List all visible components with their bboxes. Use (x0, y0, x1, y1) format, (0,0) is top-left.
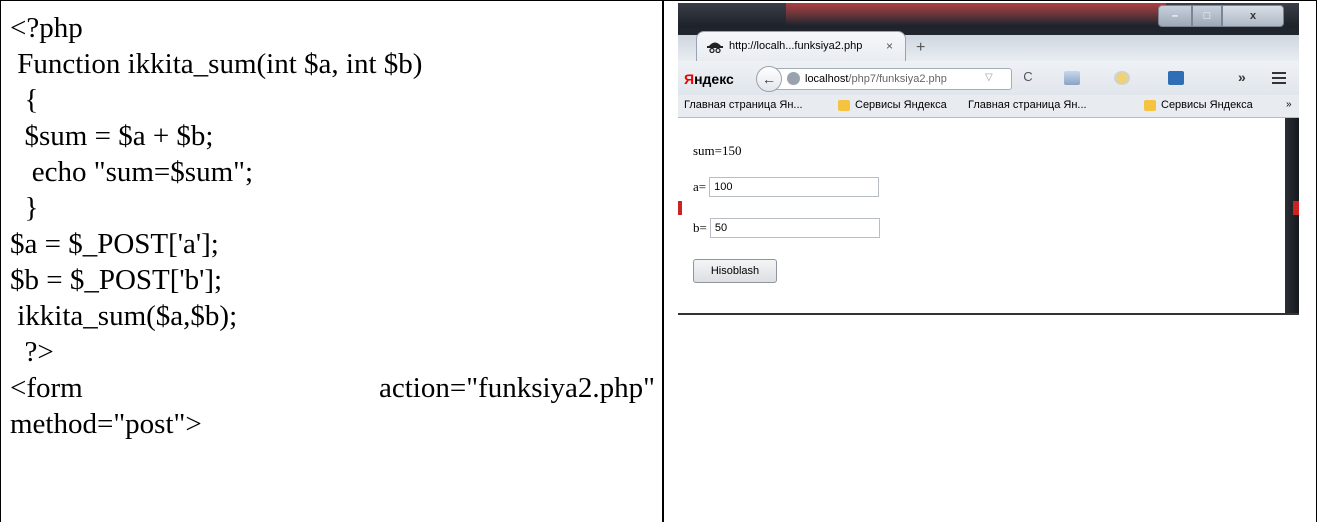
address-bar[interactable]: localhost/php7/funksiya2.php ▽ (774, 68, 1012, 90)
menu-icon[interactable] (1272, 72, 1286, 87)
code-line: { (10, 84, 39, 116)
frame-accent-left (678, 201, 682, 215)
code-line: <?php (10, 12, 83, 44)
tab-bar: http://localh...funksiya2.php × + (678, 31, 1299, 61)
globe-icon (787, 72, 800, 85)
yandex-logo[interactable]: Яндекс (684, 71, 734, 87)
code-line: ikkita_sum($a,$b); (10, 300, 238, 332)
code-line: ?> (10, 336, 54, 368)
bookmark-label: Главная страница Ян... (684, 99, 803, 111)
mail-icon[interactable] (1064, 71, 1080, 85)
form-action-text: action="funksiya2.php" (378, 372, 655, 404)
form-tag-text: <form (10, 372, 83, 404)
back-button[interactable]: ← (756, 66, 782, 92)
bookmark-item[interactable]: Сервисы Яндекса (838, 99, 947, 111)
folder-icon (838, 99, 850, 111)
code-line: method="post"> (10, 408, 202, 440)
sum-result: sum=150 (693, 143, 742, 158)
window-side-frame (1285, 118, 1299, 315)
code-line: $sum = $a + $b; (10, 120, 214, 152)
yandex-logo-rest: ндекс (694, 71, 734, 87)
folder-icon (1144, 99, 1156, 111)
weather-icon[interactable] (1114, 71, 1130, 85)
url-path: /php7/funksiya2.php (848, 73, 947, 85)
bookmark-label: Главная страница Ян... (968, 99, 1087, 111)
address-text: localhost/php7/funksiya2.php (805, 73, 947, 85)
page-content: sum=150 a= 100 b= 50 Hisoblash (678, 118, 1285, 315)
bookmarks-bar: Главная страница Ян... Сервисы Яндекса Г… (678, 95, 1299, 225)
bookmark-item[interactable]: Главная страница Ян... (968, 99, 1087, 225)
field-b-label: b= (693, 220, 707, 235)
browser-tab[interactable]: http://localh...funksiya2.php × (696, 31, 906, 61)
toolbar-overflow-icon[interactable]: » (1238, 69, 1246, 85)
window-controls: – □ x (1158, 5, 1290, 29)
spy-hat-icon (707, 42, 723, 53)
field-a-label: a= (693, 179, 707, 194)
extension-icon[interactable] (1168, 71, 1184, 85)
field-b-row: b= 50 (693, 218, 880, 238)
field-a-input[interactable]: 100 (709, 177, 880, 197)
window-bottom-edge (678, 313, 1299, 315)
code-line-form: <form action="funksiya2.php" (10, 370, 655, 406)
code-line: } (10, 192, 39, 224)
code-line: echo "sum=$sum"; (10, 156, 254, 188)
browser-window-screenshot: – □ x http://localh...funksiya2.php × + … (678, 3, 1299, 315)
code-line: Function ikkita_sum(int $a, int $b) (10, 48, 423, 80)
url-dropdown-icon[interactable]: ▽ (985, 72, 993, 83)
frame-accent-right (1293, 201, 1299, 215)
close-window-button[interactable]: x (1222, 5, 1284, 27)
tab-title: http://localh...funksiya2.php (729, 40, 863, 52)
tab-close-icon[interactable]: × (886, 39, 893, 53)
new-tab-button[interactable]: + (916, 39, 925, 57)
yandex-logo-first-letter: Я (684, 71, 695, 87)
bookmarks-overflow-icon[interactable]: » (1286, 99, 1292, 110)
bookmark-label: Сервисы Яндекса (1161, 99, 1253, 111)
field-b-input[interactable]: 50 (709, 218, 880, 238)
bookmark-item[interactable]: Главная страница Ян... (684, 99, 803, 225)
field-a-row: a= 100 (693, 177, 880, 197)
hisoblash-button[interactable]: Hisoblash (693, 259, 777, 283)
reload-button[interactable]: C (1018, 69, 1038, 89)
table-column-divider (662, 0, 664, 522)
code-line: $b = $_POST['b']; (10, 264, 223, 296)
php-code-block: <?php Function ikkita_sum(int $a, int $b… (10, 10, 655, 442)
code-line: $a = $_POST['a']; (10, 228, 219, 260)
maximize-button[interactable]: □ (1192, 5, 1222, 27)
bookmark-label: Сервисы Яндекса (855, 99, 947, 111)
url-host: localhost (805, 73, 849, 85)
navigation-bar: Яндекс localhost/php7/funksiya2.php ▽ ← … (678, 61, 1299, 95)
minimize-button[interactable]: – (1158, 5, 1192, 27)
bookmark-item[interactable]: Сервисы Яндекса (1144, 99, 1253, 111)
titlebar-glow (786, 3, 1166, 25)
